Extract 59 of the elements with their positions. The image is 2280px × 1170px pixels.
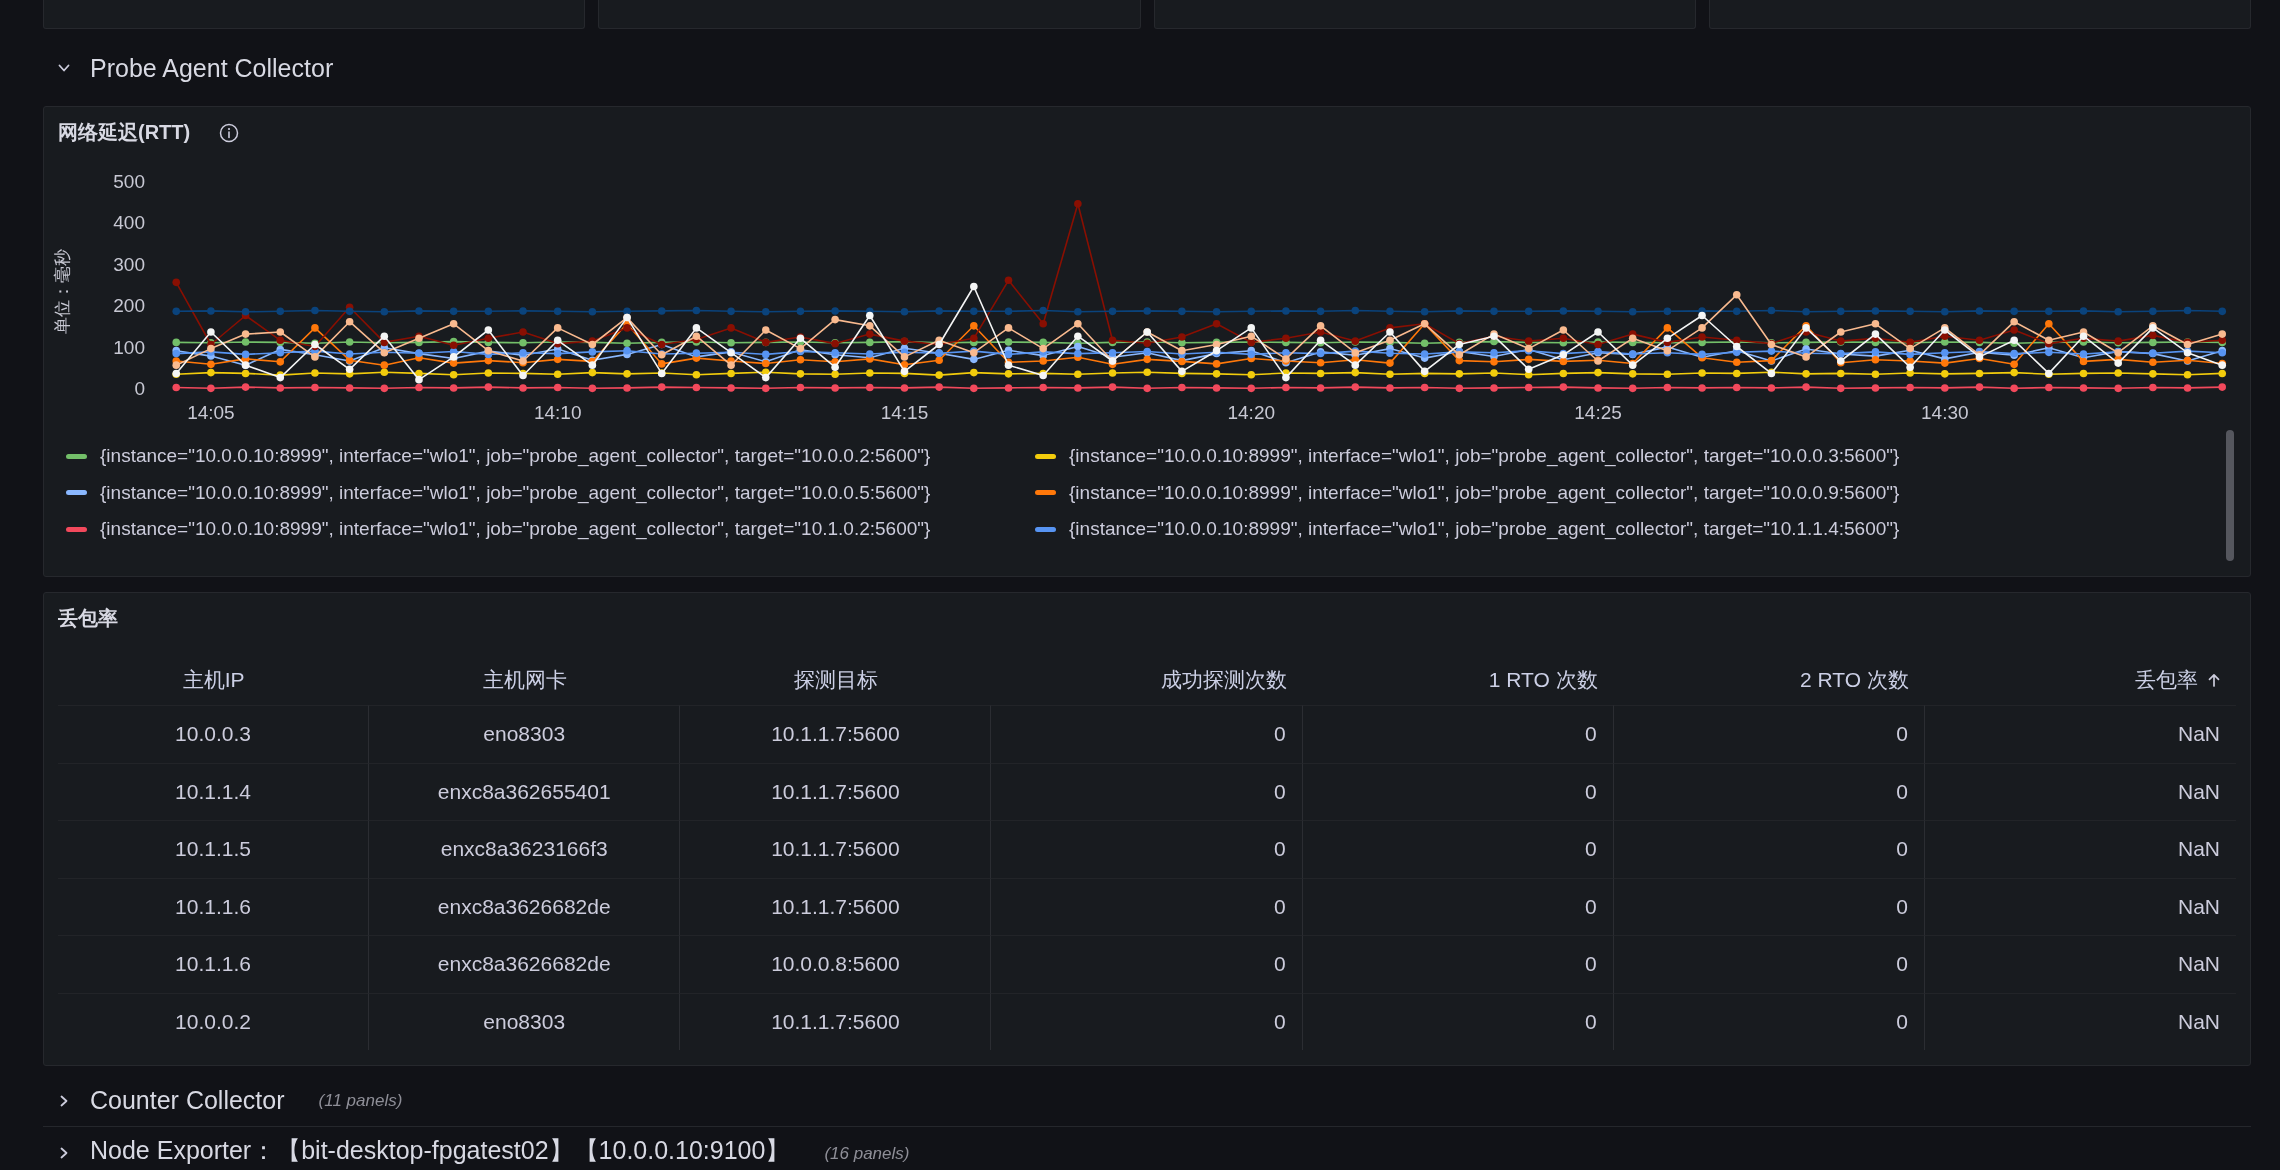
table-cell: 10.1.1.7:5600 (680, 992, 992, 1050)
table-cell: 0 (1613, 820, 1925, 878)
table-cell: NaN (1924, 992, 2236, 1050)
table-cell: 0 (1613, 762, 1925, 820)
table-cell: 10.1.1.7:5600 (680, 762, 992, 820)
table-cell: NaN (1924, 877, 2236, 935)
table-cell: enxc8a3626682de (369, 877, 681, 935)
panel-title: 丢包率 (58, 606, 118, 631)
table-cell: 0 (1302, 705, 1614, 763)
table-cell: 0 (991, 992, 1303, 1050)
table-cell: 10.1.1.6 (58, 877, 370, 935)
table-cell: 0 (991, 705, 1303, 763)
table-cell: 10.1.1.7:5600 (680, 877, 992, 935)
table-cell: 0 (991, 762, 1303, 820)
axis-tick-label: 14:15 (880, 402, 929, 423)
axis-tick-label: 14:10 (533, 402, 582, 423)
table-cell: 10.1.1.4 (58, 762, 370, 820)
axis-tick-label: 14:20 (1227, 402, 1275, 423)
table-cell: 10.0.0.3 (58, 705, 370, 763)
table-cell: eno8303 (369, 705, 681, 763)
axis-tick-label: 400 (113, 212, 145, 234)
table-cell: eno8303 (369, 992, 681, 1050)
axis-label: 单位：毫秒 (53, 248, 73, 334)
axis-tick-label: 0 (134, 378, 145, 399)
table-cell: 0 (1613, 992, 1925, 1050)
table-cell: 10.1.1.7:5600 (680, 705, 992, 763)
table-cell: enxc8a3623166f3 (369, 820, 681, 878)
table-cell: 10.0.0.8:5600 (680, 935, 992, 993)
table-cell: 0 (1613, 935, 1925, 993)
table-cell: 10.1.1.5 (58, 820, 370, 878)
table-cell: 0 (1302, 820, 1614, 878)
table-cell: NaN (1924, 705, 2236, 763)
table-cell: 0 (991, 877, 1303, 935)
table-cell: 0 (991, 820, 1303, 878)
table-cell: enxc8a362655401 (369, 762, 681, 820)
axis-tick-label: 500 (113, 171, 145, 192)
table-cell: NaN (1924, 820, 2236, 878)
table-cell: 0 (1302, 992, 1614, 1050)
table-cell: NaN (1924, 935, 2236, 993)
axis-tick-label: 14:05 (187, 402, 235, 423)
panel-title: 网络延迟(RTT) (58, 120, 191, 145)
table-cell: 10.1.1.6 (58, 935, 370, 993)
panel-count: (16 panels) (824, 1144, 910, 1164)
panel-count: (11 panels) (318, 1090, 403, 1111)
axis-tick-label: 200 (113, 295, 145, 317)
table-cell: 10.0.0.2 (58, 992, 370, 1050)
axis-tick-label: 300 (113, 253, 145, 275)
axis-tick-label: 14:30 (1921, 402, 1969, 423)
table-cell: 0 (1302, 762, 1614, 820)
table-cell: enxc8a3626682de (369, 935, 681, 993)
table-cell: 0 (1302, 935, 1614, 993)
table-cell: 0 (1613, 705, 1925, 763)
table-cell: NaN (1924, 762, 2236, 820)
axis-tick-label: 14:25 (1574, 402, 1622, 423)
table-cell: 10.1.1.7:5600 (680, 820, 992, 878)
table-cell: 0 (1613, 877, 1925, 935)
table-cell: 0 (1302, 877, 1614, 935)
table-cell: 0 (991, 935, 1303, 993)
axis-tick-label: 100 (113, 336, 145, 358)
